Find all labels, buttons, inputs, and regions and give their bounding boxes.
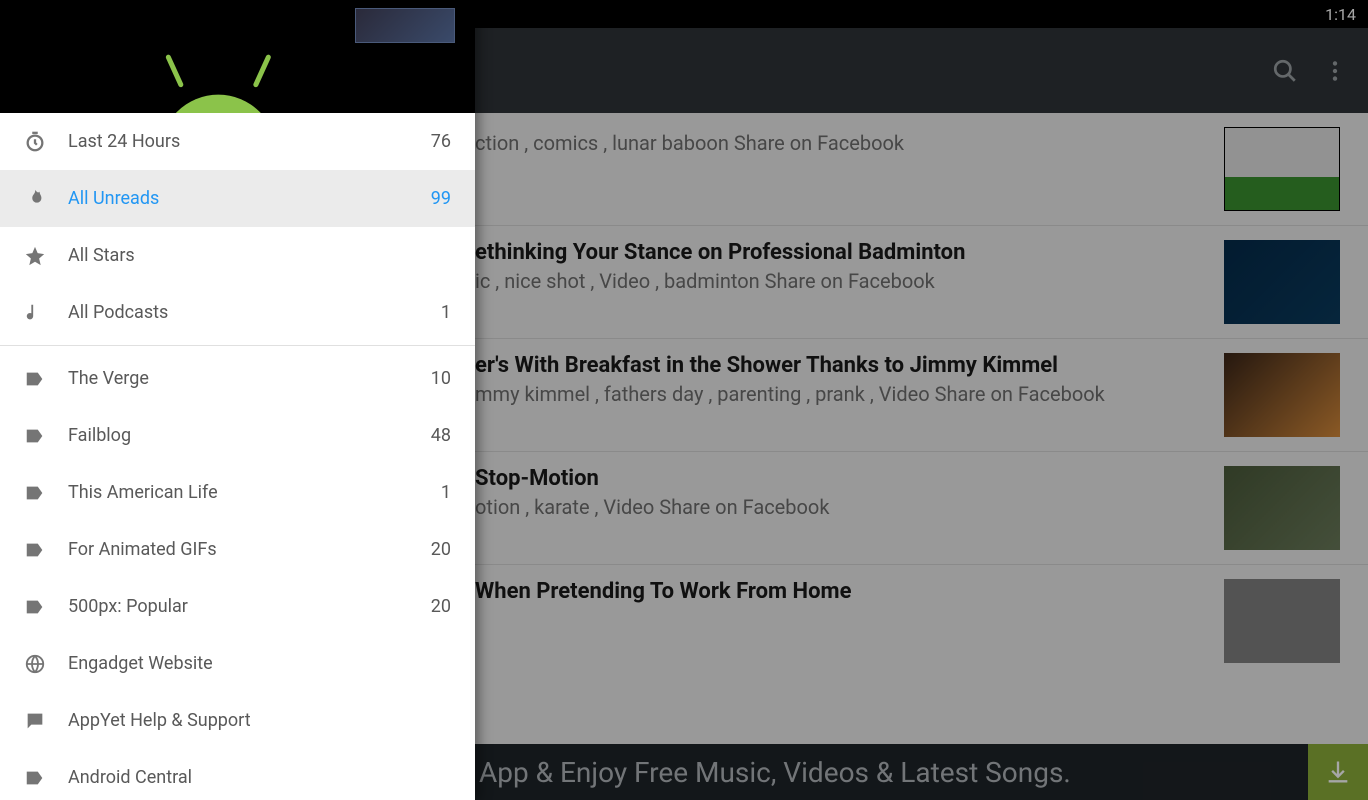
drawer-feed-engadget[interactable]: Engadget Website bbox=[0, 635, 475, 692]
drawer-filter-last24[interactable]: Last 24 Hours 76 bbox=[0, 113, 475, 170]
feed-item-title: Stop-Motion bbox=[475, 466, 1208, 491]
feed-item-tags: otion , karate , Video Share on Facebook bbox=[475, 495, 1208, 519]
feed-item[interactable]: ethinking Your Stance on Professional Ba… bbox=[475, 226, 1368, 339]
drawer-feed-gifs[interactable]: For Animated GIFs 20 bbox=[0, 521, 475, 578]
drawer-item-label: For Animated GIFs bbox=[68, 539, 431, 560]
feed-item[interactable]: er's With Breakfast in the Shower Thanks… bbox=[475, 339, 1368, 452]
drawer-feed-appyet[interactable]: AppYet Help & Support bbox=[0, 692, 475, 749]
feed-item-thumbnail bbox=[1224, 466, 1340, 550]
chat-icon bbox=[24, 710, 68, 732]
drawer-feed-tal[interactable]: This American Life 1 bbox=[0, 464, 475, 521]
drawer-feed-verge[interactable]: The Verge 10 bbox=[0, 350, 475, 407]
drawer-item-count: 48 bbox=[431, 425, 451, 446]
tag-icon bbox=[24, 425, 68, 447]
overflow-menu-icon[interactable] bbox=[1310, 46, 1360, 96]
feed-item-tags: ction , comics , lunar baboon Share on F… bbox=[475, 131, 1208, 155]
feed-item-thumbnail bbox=[1224, 127, 1340, 211]
drawer-item-label: Engadget Website bbox=[68, 653, 451, 674]
star-icon bbox=[24, 245, 68, 267]
drawer-separator bbox=[0, 345, 475, 346]
download-icon[interactable] bbox=[1308, 744, 1368, 800]
drawer-item-label: Failblog bbox=[68, 425, 431, 446]
android-logo-icon bbox=[120, 53, 300, 113]
promo-text: App & Enjoy Free Music, Videos & Latest … bbox=[479, 756, 1071, 789]
drawer-filter-podcasts[interactable]: All Podcasts 1 bbox=[0, 284, 475, 341]
status-time: 1:14 bbox=[1325, 5, 1356, 24]
drawer-item-label: AppYet Help & Support bbox=[68, 710, 451, 731]
promo-banner[interactable]: App & Enjoy Free Music, Videos & Latest … bbox=[475, 744, 1368, 800]
drawer-item-label: All Stars bbox=[68, 245, 451, 266]
drawer-item-count: 99 bbox=[431, 188, 451, 209]
drawer-filter-stars[interactable]: All Stars bbox=[0, 227, 475, 284]
drawer-item-count: 76 bbox=[431, 131, 451, 152]
feed-item-thumbnail bbox=[1224, 353, 1340, 437]
feed-item-tags: ic , nice shot , Video , badminton Share… bbox=[475, 269, 1208, 293]
tag-icon bbox=[24, 482, 68, 504]
feed-item[interactable]: Stop-Motion otion , karate , Video Share… bbox=[475, 452, 1368, 565]
drawer-list: Last 24 Hours 76 All Unreads 99 All Star… bbox=[0, 113, 475, 800]
drawer-item-label: Last 24 Hours bbox=[68, 131, 431, 152]
drawer-item-count: 10 bbox=[431, 368, 451, 389]
drawer-item-label: Android Central bbox=[68, 767, 451, 788]
feed-item[interactable]: ction , comics , lunar baboon Share on F… bbox=[475, 113, 1368, 226]
tag-icon bbox=[24, 539, 68, 561]
feed-item-title: When Pretending To Work From Home bbox=[475, 579, 1208, 604]
tag-icon bbox=[24, 767, 68, 789]
feed-item-tags: mmy kimmel , fathers day , parenting , p… bbox=[475, 382, 1208, 406]
drawer-item-label: 500px: Popular bbox=[68, 596, 431, 617]
feed-item-thumbnail bbox=[1224, 240, 1340, 324]
drawer-item-label: All Unreads bbox=[68, 188, 431, 209]
fire-icon bbox=[24, 188, 68, 210]
music-icon bbox=[24, 302, 68, 324]
drawer-item-count: 20 bbox=[431, 539, 451, 560]
globe-icon bbox=[24, 653, 68, 675]
header-graphic bbox=[355, 8, 455, 43]
drawer-item-count: 1 bbox=[441, 482, 451, 503]
tag-icon bbox=[24, 596, 68, 618]
feed-item[interactable]: When Pretending To Work From Home bbox=[475, 565, 1368, 677]
drawer-item-count: 20 bbox=[431, 596, 451, 617]
drawer-item-label: This American Life bbox=[68, 482, 441, 503]
search-icon[interactable] bbox=[1260, 46, 1310, 96]
feed-item-title: ethinking Your Stance on Professional Ba… bbox=[475, 240, 1208, 265]
drawer-item-count: 1 bbox=[441, 302, 451, 323]
feed-item-title: er's With Breakfast in the Shower Thanks… bbox=[475, 353, 1208, 378]
drawer-filter-unreads[interactable]: All Unreads 99 bbox=[0, 170, 475, 227]
drawer-feed-failblog[interactable]: Failblog 48 bbox=[0, 407, 475, 464]
drawer-feed-500px[interactable]: 500px: Popular 20 bbox=[0, 578, 475, 635]
nav-drawer: Last 24 Hours 76 All Unreads 99 All Star… bbox=[0, 0, 475, 800]
timer-icon bbox=[24, 131, 68, 153]
drawer-item-label: The Verge bbox=[68, 368, 431, 389]
drawer-feed-androidcentral[interactable]: Android Central bbox=[0, 749, 475, 800]
drawer-item-label: All Podcasts bbox=[68, 302, 441, 323]
drawer-header bbox=[0, 0, 475, 113]
tag-icon bbox=[24, 368, 68, 390]
feed-item-thumbnail bbox=[1224, 579, 1340, 663]
